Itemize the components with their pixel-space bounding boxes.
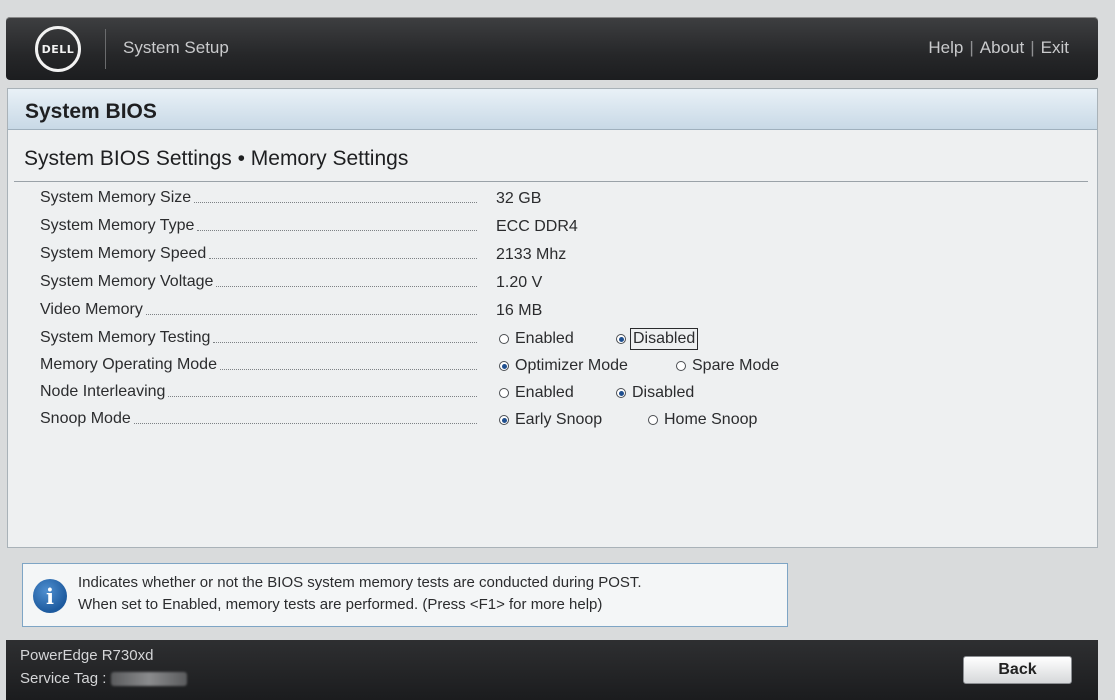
radio-icon [499, 361, 509, 371]
help-line: Indicates whether or not the BIOS system… [78, 574, 642, 591]
setting-label: System Memory Testing [40, 329, 477, 347]
settings-panel: System BIOS System BIOS Settings • Memor… [7, 88, 1098, 548]
redacted-tag [110, 672, 187, 687]
setting-row-memory-size: System Memory Size 32 GB [8, 187, 1097, 213]
setting-row-memory-type: System Memory Type ECC DDR4 [8, 215, 1097, 241]
setting-label: Memory Operating Mode [40, 356, 477, 374]
app-title: System Setup [123, 38, 229, 57]
setting-value: ECC DDR4 [496, 218, 578, 235]
exit-link[interactable]: Exit [1041, 38, 1069, 57]
help-box: i Indicates whether or not the BIOS syst… [22, 563, 788, 627]
setting-value: 32 GB [496, 190, 542, 207]
setting-row-node-interleaving: Node Interleaving Enabled Disabled [8, 381, 1097, 407]
optimizer-mode-radio[interactable]: Optimizer Mode [499, 357, 628, 375]
help-link[interactable]: Help [928, 38, 963, 57]
radio-icon [499, 334, 509, 344]
system-model: PowerEdge R730xd [20, 647, 154, 664]
setting-row-memory-testing: System Memory Testing Enabled Disabled [8, 327, 1097, 353]
subtitle-divider [14, 181, 1088, 182]
radio-icon [676, 361, 686, 371]
setting-label: System Memory Size [40, 189, 477, 207]
info-icon: i [33, 579, 67, 613]
back-button[interactable]: Back [963, 656, 1072, 684]
help-text: Indicates whether or not the BIOS system… [78, 572, 642, 616]
spare-mode-radio[interactable]: Spare Mode [676, 357, 779, 375]
footer-bar: PowerEdge R730xd Service Tag : Back [6, 640, 1098, 700]
header-links: Help | About | Exit [928, 38, 1069, 58]
radio-icon [616, 334, 626, 344]
setting-row-snoop-mode: Snoop Mode Early Snoop Home Snoop [8, 408, 1097, 434]
setting-row-operating-mode: Memory Operating Mode Optimizer Mode Spa… [8, 354, 1097, 380]
service-tag: Service Tag : [20, 670, 187, 687]
link-separator: | [1030, 38, 1035, 57]
setting-label: Snoop Mode [40, 410, 477, 428]
header-divider [105, 29, 106, 69]
page-subtitle: System BIOS Settings • Memory Settings [24, 147, 409, 170]
bios-screen: DELL System Setup Help | About | Exit System… [0, 0, 1115, 700]
setting-label: Video Memory [40, 301, 477, 319]
setting-value: 1.20 V [496, 274, 543, 291]
header-bar: DELL System Setup Help | About | Exit [6, 17, 1098, 80]
setting-row-memory-speed: System Memory Speed 2133 Mhz [8, 243, 1097, 269]
setting-label: System Memory Voltage [40, 273, 477, 291]
radio-icon [499, 415, 509, 425]
about-link[interactable]: About [980, 38, 1024, 57]
setting-label: Node Interleaving [40, 383, 477, 401]
setting-value: 16 MB [496, 302, 543, 319]
setting-label: System Memory Type [40, 217, 477, 235]
dell-logo: DELL [35, 26, 81, 72]
panel-title: System BIOS [8, 89, 1097, 130]
node-interleaving-enabled-radio[interactable]: Enabled [499, 384, 574, 402]
setting-row-video-memory: Video Memory 16 MB [8, 299, 1097, 325]
radio-icon [616, 388, 626, 398]
help-line: When set to Enabled, memory tests are pe… [78, 596, 603, 613]
memory-testing-disabled-radio[interactable]: Disabled [616, 328, 699, 350]
setting-row-memory-voltage: System Memory Voltage 1.20 V [8, 271, 1097, 297]
radio-icon [648, 415, 658, 425]
home-snoop-radio[interactable]: Home Snoop [648, 411, 757, 429]
memory-testing-enabled-radio[interactable]: Enabled [499, 330, 574, 348]
setting-value: 2133 Mhz [496, 246, 567, 263]
early-snoop-radio[interactable]: Early Snoop [499, 411, 602, 429]
radio-icon [499, 388, 509, 398]
node-interleaving-disabled-radio[interactable]: Disabled [616, 384, 694, 402]
setting-label: System Memory Speed [40, 245, 477, 263]
link-separator: | [969, 38, 974, 57]
